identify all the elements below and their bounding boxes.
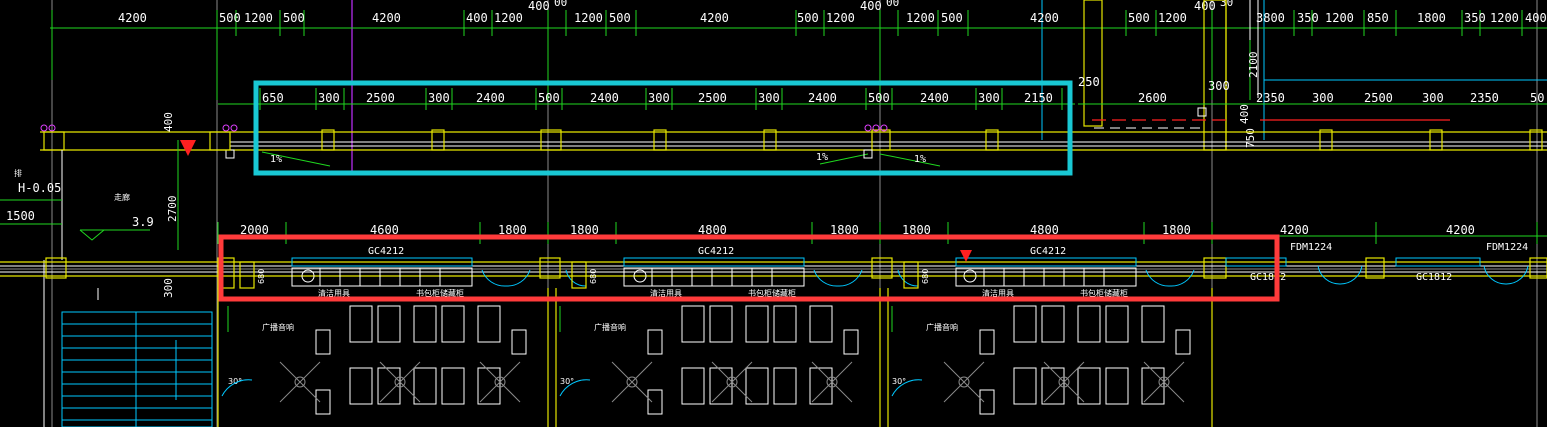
- dim-text: 500: [941, 11, 963, 25]
- angle-note: 30°: [892, 377, 906, 386]
- vdim-400: 400: [162, 112, 175, 132]
- side-dim: 680: [589, 269, 598, 284]
- side-dim: 680: [921, 269, 930, 284]
- corridor-dim-text: 2350: [1470, 91, 1499, 105]
- dim-text: 1200: [244, 11, 273, 25]
- dim-text: 1200: [574, 11, 603, 25]
- left-note-a: 排: [14, 168, 22, 178]
- corridor-dim-text: 300: [1208, 79, 1230, 93]
- window-wall-row: GC4212 GC4212 GC4212 FDM1224 FDM1224 GC1…: [0, 242, 1547, 289]
- dim-text: 30: [1220, 0, 1233, 9]
- vdim-2700: 2700: [166, 196, 179, 223]
- vdim-text: 750: [1244, 128, 1257, 148]
- cad-drawing-canvas[interactable]: 4200 500 1200 500 4200 400 1200 400 00 1…: [0, 0, 1547, 427]
- dim-text: 1200: [826, 11, 855, 25]
- corridor-dim-text: 2400: [920, 91, 949, 105]
- corridor-dim-text: 300: [1312, 91, 1334, 105]
- mid-dimension-row: 2000 4600 1800 1800 4800 1800 1800 4800 …: [217, 222, 1547, 244]
- dim-text: 1200: [906, 11, 935, 25]
- corridor-dim-text: 2400: [590, 91, 619, 105]
- grid-lines: [0, 0, 1547, 427]
- corridor-dim-text: 2150: [1024, 91, 1053, 105]
- corridor-dim-text: 300: [428, 91, 450, 105]
- corridor-dim-text: 2400: [476, 91, 505, 105]
- dim-text: 4200: [700, 11, 729, 25]
- corridor-dim-text: 250: [1078, 75, 1100, 89]
- dim-text: 400: [528, 0, 550, 13]
- corridor-dim-text: 50: [1530, 91, 1544, 105]
- window-code: GC4212: [368, 246, 404, 257]
- left-note-b: 走廊: [114, 192, 130, 202]
- corridor-dim-text: 300: [1422, 91, 1444, 105]
- window-code: GC4212: [1030, 246, 1066, 257]
- dim-text: 350: [1297, 11, 1319, 25]
- dim-text: 1200: [1325, 11, 1354, 25]
- vdim-text: 2100: [1247, 52, 1260, 79]
- vdim-text: 400: [1238, 104, 1251, 124]
- dim-text: 1200: [1490, 11, 1519, 25]
- dim-text: 3800: [1256, 11, 1285, 25]
- mid-dim-text: 4200: [1280, 223, 1309, 237]
- broadcast-note: 广播音响: [926, 322, 958, 332]
- dim-text: 500: [609, 11, 631, 25]
- dim-text: 4200: [1030, 11, 1059, 25]
- dim-text: 400: [1525, 11, 1547, 25]
- window-code: GC1812: [1250, 272, 1286, 283]
- slope-markers: 1% 1% 1%: [40, 107, 1207, 167]
- dim-text: 00: [886, 0, 899, 9]
- corridor-dim-text: 300: [978, 91, 1000, 105]
- dim-text: 500: [283, 11, 305, 25]
- dim-text: 500: [1128, 11, 1150, 25]
- corridor-wall: [40, 131, 1547, 151]
- dim-text: 00: [554, 0, 567, 9]
- side-dim: 680: [257, 269, 266, 284]
- door-code: FDM1224: [1486, 242, 1528, 253]
- dim-text: 400: [1194, 0, 1216, 13]
- corridor-dim-text: 650: [262, 91, 284, 105]
- dim-text: 4200: [372, 11, 401, 25]
- dim-text: 1200: [1158, 11, 1187, 25]
- dim-text: 4200: [118, 11, 147, 25]
- broadcast-note: 广播音响: [262, 322, 294, 332]
- angle-note: 30°: [560, 377, 574, 386]
- left-stair-area: H-0.05 1500 3.9 2700 400 300 排 走廊: [0, 112, 231, 427]
- dim-text: 1200: [494, 11, 523, 25]
- corridor-dim-text: 300: [648, 91, 670, 105]
- slope-label: 1%: [270, 154, 282, 165]
- elevation-label: H-0.05: [18, 181, 61, 195]
- dim-text: 1800: [1417, 11, 1446, 25]
- corridor-columns: [321, 129, 1543, 151]
- width-label: 1500: [6, 209, 35, 223]
- dim-text: 500: [219, 11, 241, 25]
- corridor-dim-text: 300: [318, 91, 340, 105]
- dim-text: 350: [1464, 11, 1486, 25]
- corridor-dim-text: 500: [538, 91, 560, 105]
- dim-text: 400: [466, 11, 488, 25]
- window-code: GC4212: [698, 246, 734, 257]
- vdim-300: 300: [162, 278, 175, 298]
- corridor-dim-text: 300: [758, 91, 780, 105]
- corridor-dim-text: 2350: [1256, 91, 1285, 105]
- slope-label: 1%: [914, 154, 926, 165]
- height-label: 3.9: [132, 215, 154, 229]
- corridor-dim-text: 500: [868, 91, 890, 105]
- mid-dim-text: 4200: [1446, 223, 1475, 237]
- dim-text: 850: [1367, 11, 1389, 25]
- dim-text: 500: [797, 11, 819, 25]
- corridor-dim-text: 2600: [1138, 91, 1167, 105]
- corridor-dim-text: 2400: [808, 91, 837, 105]
- slope-label: 1%: [816, 152, 828, 163]
- corridor-dim-text: 2500: [698, 91, 727, 105]
- door-code: FDM1224: [1290, 242, 1332, 253]
- broadcast-note: 广播音响: [594, 322, 626, 332]
- corridor-dim-text: 2500: [366, 91, 395, 105]
- classroom-interiors: 清洁用具 书包柜储藏柜 清洁用具 书包柜储藏柜 清洁用具 书包柜储藏柜 广播音响…: [217, 288, 1213, 427]
- window-code: GC1812: [1416, 272, 1452, 283]
- corridor-dim-text: 2500: [1364, 91, 1393, 105]
- dim-text: 400: [860, 0, 882, 13]
